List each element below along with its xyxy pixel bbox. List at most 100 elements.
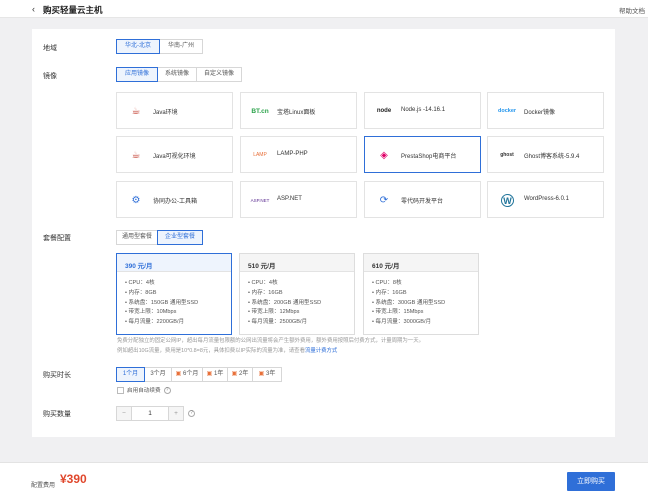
plan-spec-list: • CPU：4核 • 内存：8GB • 系统盘：150GB 通用型SSD • 带宽上限…: [117, 272, 231, 328]
auto-renew-label: 启用自动续费: [127, 388, 161, 394]
region-option-guangzhou[interactable]: 华南-广州: [159, 39, 203, 54]
fee-amount: ¥390: [60, 472, 87, 486]
config-panel: 地域 华北-北京 华南-广州 镜像 应用镜像 系统镜像 自定义镜像 ☕ Java环…: [32, 29, 615, 437]
top-bar: ‹ 购买轻量云主机 帮助文档: [0, 0, 648, 18]
duration-option-label: 1个月: [122, 371, 139, 377]
plan-spec-item: • CPU：4核: [248, 280, 278, 286]
image-card[interactable]: W WordPress-6.0.1: [487, 181, 604, 218]
plan-spec-item: • 每月流量：2500GB/月: [248, 319, 308, 326]
duration-option-label: 1年: [214, 371, 224, 377]
tab-app-image[interactable]: 应用镜像: [116, 67, 158, 82]
tab-enterprise-package[interactable]: 企业型套餐: [157, 230, 203, 245]
duration-option[interactable]: 3个月: [144, 367, 172, 382]
image-card[interactable]: ⟳ 零代码开发平台: [364, 181, 481, 218]
image-card-name: 零代码开发平台: [401, 199, 444, 205]
image-card[interactable]: ☕ Java环境: [116, 92, 233, 129]
image-card-name: 协同办公-工具箱: [153, 199, 197, 205]
image-card[interactable]: LAMP LAMP-PHP: [240, 136, 357, 173]
java-icon: ☕: [131, 105, 141, 117]
quantity-input[interactable]: 1: [131, 406, 169, 421]
plan-spec-item: • 系统盘：200GB 通用型SSD: [248, 299, 322, 306]
aspnet-icon: ASP.NET: [250, 197, 270, 203]
plan-spec-item: • 每月流量：3000GB/月: [372, 319, 432, 326]
plan-spec-item: • 每月流量：2200GB/月: [125, 319, 185, 326]
duration-option[interactable]: 1个月: [116, 367, 145, 382]
image-card[interactable]: ASP.NET ASP.NET: [240, 181, 357, 218]
image-card-name: ASP.NET: [277, 196, 302, 202]
region-option-beijing[interactable]: 华北-北京: [116, 39, 160, 54]
traffic-billing-link[interactable]: 流量计费方式: [305, 348, 337, 354]
image-tabs: 应用镜像 系统镜像 自定义镜像: [116, 67, 242, 82]
gift-icon: ▣: [258, 371, 266, 377]
image-card-name: LAMP-PHP: [277, 151, 308, 157]
auto-renew-row: 启用自动续费 ?: [117, 386, 171, 394]
help-docs-link[interactable]: 帮助文档: [619, 5, 645, 15]
plan-card[interactable]: 390 元/月 • CPU：4核 • 内存：8GB • 系统盘：150GB 通用型SS…: [116, 253, 232, 335]
plan-spec-item: • 带宽上限：12Mbps: [248, 309, 300, 316]
plan-spec-item: • 内存：16GB: [372, 289, 407, 296]
plan-spec-item: • CPU：8核: [372, 280, 402, 286]
image-card[interactable]: docker Docker镜像: [487, 92, 604, 129]
plan-spec-item: • 内存：16GB: [248, 289, 283, 296]
buy-now-button[interactable]: 立即购买: [567, 472, 615, 491]
image-card[interactable]: ☕ Java可视化环境: [116, 136, 233, 173]
duration-label: 购买时长: [43, 372, 71, 379]
image-card[interactable]: node Node.js -14.16.1: [364, 92, 481, 129]
quantity-plus-button[interactable]: +: [168, 406, 184, 421]
tab-custom-image[interactable]: 自定义镜像: [196, 67, 242, 82]
duration-option[interactable]: ▣ 6个月: [171, 367, 203, 382]
nodejs-icon: node: [376, 108, 392, 114]
image-card-name: Ghost博客系统-5.9.4: [524, 154, 580, 160]
duration-option-label: 3年: [266, 371, 276, 377]
image-card[interactable]: ◈ PrestaShop电商平台: [364, 136, 481, 173]
quantity-minus-button[interactable]: −: [116, 406, 132, 421]
plan-spec-item: • CPU：4核: [125, 280, 155, 286]
fee-label: 配置费用: [31, 483, 56, 489]
gift-icon: ▣: [175, 371, 183, 377]
duration-option[interactable]: ▣ 2年: [227, 367, 253, 382]
duration-option-label: 2年: [239, 371, 249, 377]
duration-option[interactable]: ▣ 3年: [252, 367, 282, 382]
image-card[interactable]: ghost Ghost博客系统-5.9.4: [487, 136, 604, 173]
image-card-name: Docker镜像: [524, 110, 556, 116]
traffic-note-line1: 免费分配独立的固定公网IP，超出每月流量包限额的公网出流量将会产生额外费用，额外…: [117, 338, 424, 344]
plan-spec-item: • 系统盘：300GB 通用型SSD: [372, 299, 446, 306]
traffic-note-text: 例如超出10G流量，费用是10*0.8=8元，具体扣费以IP实际的流量为准，请查…: [117, 348, 305, 354]
image-card-name: Node.js -14.16.1: [401, 107, 446, 113]
ghost-icon: ghost: [500, 152, 514, 158]
java-icon: ☕: [131, 149, 141, 161]
quantity-stepper: − 1 +: [116, 406, 184, 421]
image-card-name: Java可视化环境: [153, 154, 196, 160]
image-card-name: 宝塔Linux面板: [277, 110, 316, 116]
image-card-name: PrestaShop电商平台: [401, 154, 457, 160]
plan-price: 390 元/月: [117, 254, 231, 272]
plan-spec-item: • 系统盘：150GB 通用型SSD: [125, 299, 199, 306]
plan-spec-list: • CPU：8核 • 内存：16GB • 系统盘：300GB 通用型SSD • 带宽上…: [364, 272, 478, 328]
tab-system-image[interactable]: 系统镜像: [157, 67, 197, 82]
package-tabs: 通用型套餐 企业型套餐: [116, 230, 203, 245]
office-tools-icon: ⚙: [131, 194, 141, 206]
page-title: 购买轻量云主机: [43, 5, 103, 15]
gift-icon: ▣: [206, 371, 214, 377]
duration-selector: 1个月 3个月 ▣ 6个月 ▣ 1年 ▣ 2年 ▣ 3年: [116, 367, 282, 382]
image-card[interactable]: ⚙ 协同办公-工具箱: [116, 181, 233, 218]
quantity-help-icon[interactable]: ?: [188, 410, 195, 417]
back-arrow-icon[interactable]: ‹: [32, 4, 35, 14]
auto-renew-checkbox[interactable]: [117, 386, 124, 394]
tab-general-package[interactable]: 通用型套餐: [116, 230, 158, 245]
region-selector: 华北-北京 华南-广州: [116, 39, 203, 54]
footer-bar: 配置费用 ¥390 立即购买: [0, 462, 648, 500]
image-card-name: WordPress-6.0.1: [524, 196, 569, 202]
plan-card[interactable]: 510 元/月 • CPU：4核 • 内存：16GB • 系统盘：200GB 通用型S…: [239, 253, 355, 335]
gift-icon: ▣: [231, 371, 239, 377]
auto-renew-help-icon[interactable]: ?: [163, 386, 171, 394]
duration-option[interactable]: ▣ 1年: [202, 367, 228, 382]
image-card[interactable]: BT.cn 宝塔Linux面板: [240, 92, 357, 129]
package-label: 套餐配置: [43, 235, 71, 242]
duration-option-label: 6个月: [183, 371, 199, 377]
plan-card[interactable]: 610 元/月 • CPU：8核 • 内存：16GB • 系统盘：300GB 通用型S…: [363, 253, 479, 335]
prestashop-icon: ◈: [380, 149, 388, 161]
docker-icon: docker: [497, 108, 517, 114]
traffic-note-line2: 例如超出10G流量，费用是10*0.8=8元，具体扣费以IP实际的流量为准，请查…: [117, 346, 337, 354]
plan-spec-list: • CPU：4核 • 内存：16GB • 系统盘：200GB 通用型SSD • 带宽上…: [240, 272, 354, 328]
